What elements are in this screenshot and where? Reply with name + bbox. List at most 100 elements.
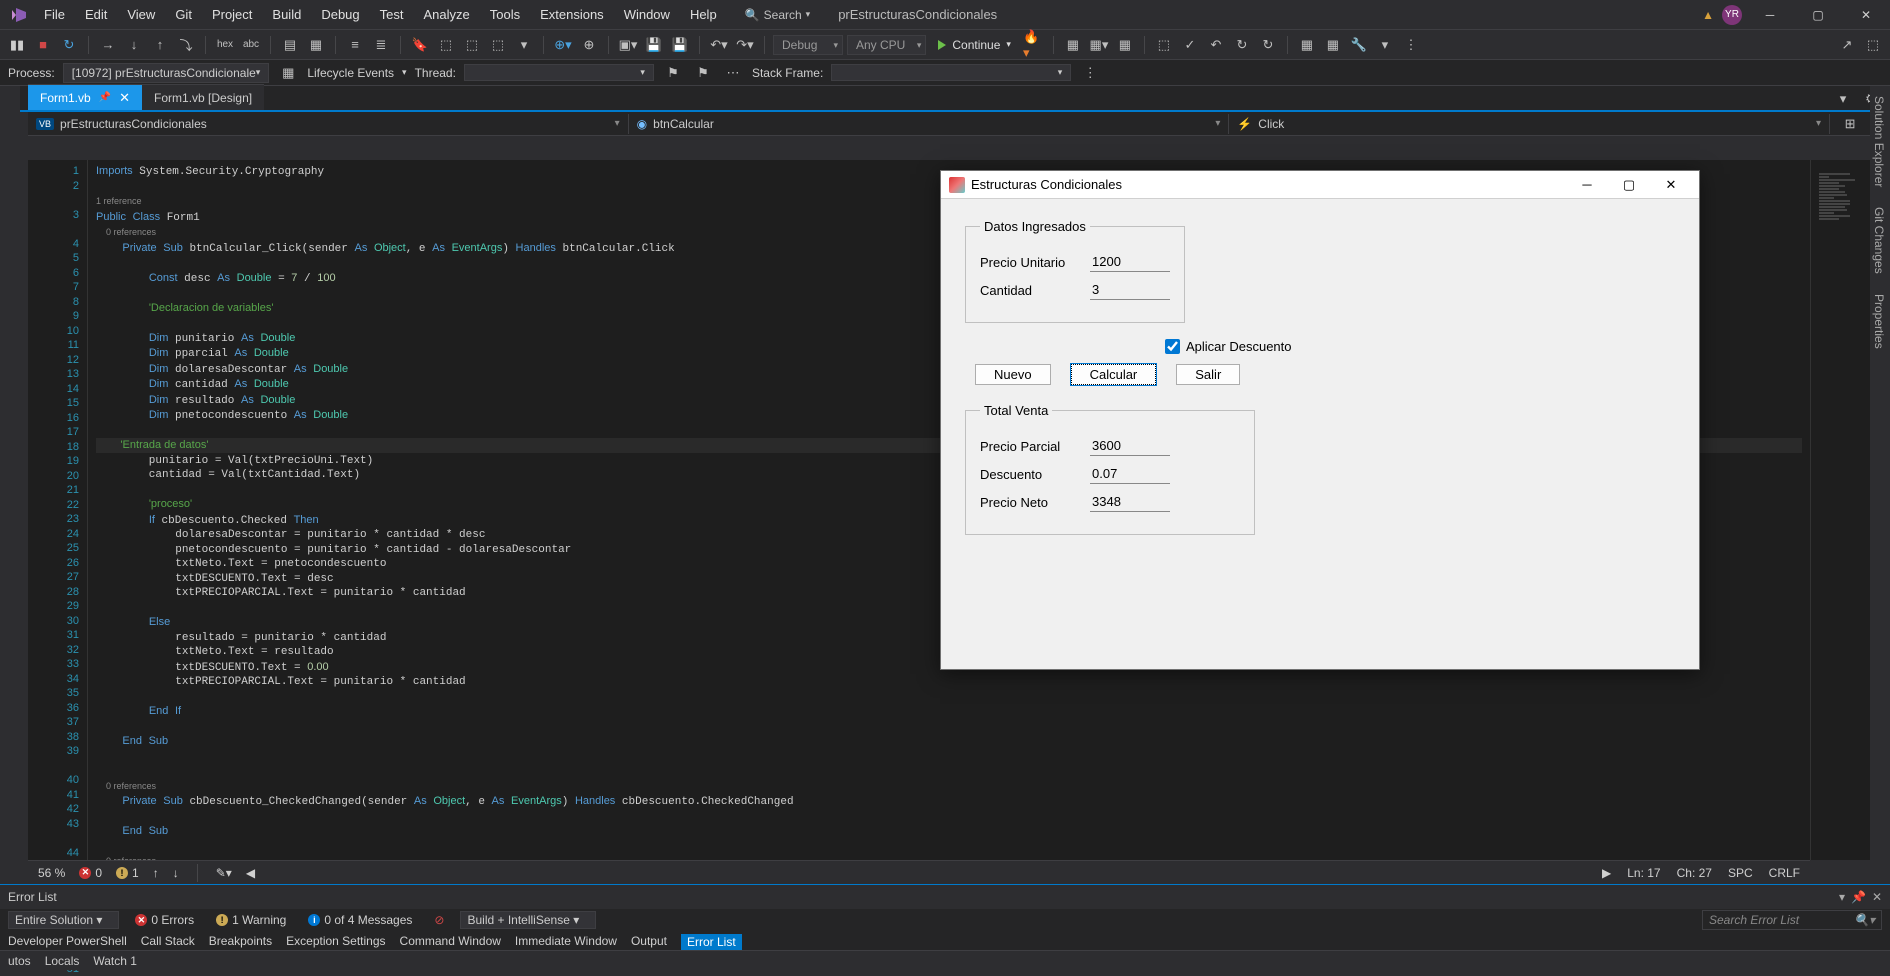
tab-form1-design[interactable]: Form1.vb [Design] — [142, 84, 264, 110]
notification-warning-icon[interactable]: ▲ — [1702, 8, 1714, 22]
undo-icon[interactable]: ↶▾ — [708, 34, 730, 56]
step-into-icon[interactable]: ↓ — [123, 34, 145, 56]
tool-tab[interactable]: Breakpoints — [209, 934, 272, 950]
stackframe-dropdown[interactable]: ▾ — [831, 64, 1071, 81]
tool4-icon[interactable]: ↻ — [1231, 34, 1253, 56]
window-close-icon[interactable]: ✕ — [1846, 1, 1886, 29]
tool-tab[interactable]: Exception Settings — [286, 934, 385, 950]
tool-tab[interactable]: Command Window — [400, 934, 501, 950]
panel-dropdown-icon[interactable]: ▾ — [1839, 890, 1845, 904]
editor-minimap[interactable] — [1810, 160, 1870, 860]
build-source-dropdown[interactable]: Build + IntelliSense ▾ — [460, 911, 596, 929]
line-endings[interactable]: CRLF — [1769, 866, 1800, 880]
format-icon[interactable]: ≡ — [344, 34, 366, 56]
autos-tab[interactable]: utos — [8, 954, 31, 968]
overflow2-icon[interactable]: ⋮ — [1079, 62, 1101, 84]
menu-test[interactable]: Test — [370, 3, 414, 26]
quotes-icon[interactable]: abc — [240, 34, 262, 56]
stop-icon[interactable]: ■ — [32, 34, 54, 56]
error-count[interactable]: ✕0 — [79, 866, 102, 880]
extension-icon[interactable]: ⊕▾ — [552, 34, 574, 56]
process-dropdown[interactable]: [10972] prEstructurasCondicionale▾ — [63, 63, 270, 83]
locals-tab[interactable]: Locals — [45, 954, 80, 968]
nav-up-icon[interactable]: ↑ — [153, 866, 159, 880]
menu-window[interactable]: Window — [614, 3, 680, 26]
watch-tab[interactable]: Watch 1 — [93, 954, 137, 968]
solution-explorer-tab[interactable]: Solution Explorer — [1870, 86, 1888, 197]
calcular-button[interactable]: Calcular — [1071, 364, 1157, 385]
nav-down-icon[interactable]: ↓ — [173, 866, 179, 880]
overflow-icon[interactable]: ⋮ — [1400, 34, 1422, 56]
tool3-icon[interactable]: ↶ — [1205, 34, 1227, 56]
menu-debug[interactable]: Debug — [311, 3, 369, 26]
bookmark-icon[interactable]: 🔖 — [409, 34, 431, 56]
bookmark-drop-icon[interactable]: ▾ — [513, 34, 535, 56]
settings-icon[interactable]: 🔧 — [1348, 34, 1370, 56]
scroll-right-icon[interactable]: ▶ — [1602, 866, 1611, 880]
tab-close-icon[interactable]: ✕ — [119, 90, 130, 106]
bookmark-next-icon[interactable]: ⬚ — [461, 34, 483, 56]
menu-project[interactable]: Project — [202, 3, 262, 26]
member-dropdown[interactable]: ◉ btnCalcular▾ — [629, 114, 1230, 134]
live-share-icon[interactable]: ⬚ — [1862, 34, 1884, 56]
window-layout2-icon[interactable]: ▦ — [305, 34, 327, 56]
hot-reload-icon[interactable]: 🔥▾ — [1023, 34, 1045, 56]
messages-filter[interactable]: i0 of 4 Messages — [302, 912, 418, 928]
step-over-icon[interactable]: → — [97, 34, 119, 56]
warning-count[interactable]: !1 — [116, 866, 139, 880]
parcial-output[interactable] — [1090, 436, 1170, 456]
step-icon[interactable]: ⤵ — [175, 34, 197, 56]
save-all-icon[interactable]: 💾 — [669, 34, 691, 56]
live-icon[interactable]: ▦▾ — [1088, 34, 1110, 56]
menu-build[interactable]: Build — [262, 3, 311, 26]
menu-git[interactable]: Git — [165, 3, 202, 26]
format2-icon[interactable]: ≣ — [370, 34, 392, 56]
share-icon[interactable]: ↗ — [1836, 34, 1858, 56]
diag1-icon[interactable]: ▦ — [1296, 34, 1318, 56]
aplicar-descuento-checkbox[interactable] — [1165, 339, 1180, 354]
tool-tab-errorlist[interactable]: Error List — [681, 934, 742, 950]
nuevo-button[interactable]: Nuevo — [975, 364, 1051, 385]
cantidad-input[interactable] — [1090, 280, 1170, 300]
build-config-dropdown[interactable]: Debug▾ — [773, 35, 843, 55]
layer-icon[interactable]: ▣▾ — [617, 34, 639, 56]
precio-input[interactable] — [1090, 252, 1170, 272]
menu-extensions[interactable]: Extensions — [530, 3, 614, 26]
menu-analyze[interactable]: Analyze — [413, 3, 479, 26]
errors-filter[interactable]: ✕0 Errors — [129, 912, 200, 928]
lifecycle-icon[interactable]: ▦ — [277, 62, 299, 84]
flag3-icon[interactable]: ⋯ — [722, 62, 744, 84]
zoom-level[interactable]: 56 % — [38, 866, 65, 880]
redo-icon[interactable]: ↷▾ — [734, 34, 756, 56]
more-icon[interactable]: ▾ — [1374, 34, 1396, 56]
clear-filter[interactable]: ⊘ — [428, 912, 450, 928]
tool-tab[interactable]: Developer PowerShell — [8, 934, 127, 950]
platform-dropdown[interactable]: Any CPU▾ — [847, 35, 926, 55]
flag2-icon[interactable]: ⚑ — [692, 62, 714, 84]
app-minimize-icon[interactable]: ─ — [1567, 173, 1607, 197]
step-out-icon[interactable]: ↑ — [149, 34, 171, 56]
add-icon[interactable]: ⊕ — [578, 34, 600, 56]
active-files-dropdown-icon[interactable]: ▾ — [1832, 88, 1854, 110]
menu-help[interactable]: Help — [680, 3, 727, 26]
tool5-icon[interactable]: ↻ — [1257, 34, 1279, 56]
menu-edit[interactable]: Edit — [75, 3, 117, 26]
bookmark-clear-icon[interactable]: ⬚ — [487, 34, 509, 56]
window-layout1-icon[interactable]: ▤ — [279, 34, 301, 56]
tool2-icon[interactable]: ✓ — [1179, 34, 1201, 56]
pencil-icon[interactable]: ✎▾ — [216, 866, 232, 880]
indentation-mode[interactable]: SPC — [1728, 866, 1753, 880]
save-icon[interactable]: 💾 — [643, 34, 665, 56]
menu-tools[interactable]: Tools — [480, 3, 530, 26]
global-search[interactable]: 🔍 Search ▾ — [737, 6, 819, 24]
bookmark-prev-icon[interactable]: ⬚ — [435, 34, 457, 56]
scope-dropdown[interactable]: Entire Solution ▾ — [8, 911, 119, 929]
properties-tab[interactable]: Properties — [1870, 284, 1888, 359]
app-close-icon[interactable]: ✕ — [1651, 173, 1691, 197]
hex-icon[interactable]: hex — [214, 34, 236, 56]
panel-pin-icon[interactable]: 📌 — [1851, 890, 1866, 904]
tool-tab[interactable]: Call Stack — [141, 934, 195, 950]
menu-view[interactable]: View — [117, 3, 165, 26]
descuento-output[interactable] — [1090, 464, 1170, 484]
restart-icon[interactable]: ↻ — [58, 34, 80, 56]
